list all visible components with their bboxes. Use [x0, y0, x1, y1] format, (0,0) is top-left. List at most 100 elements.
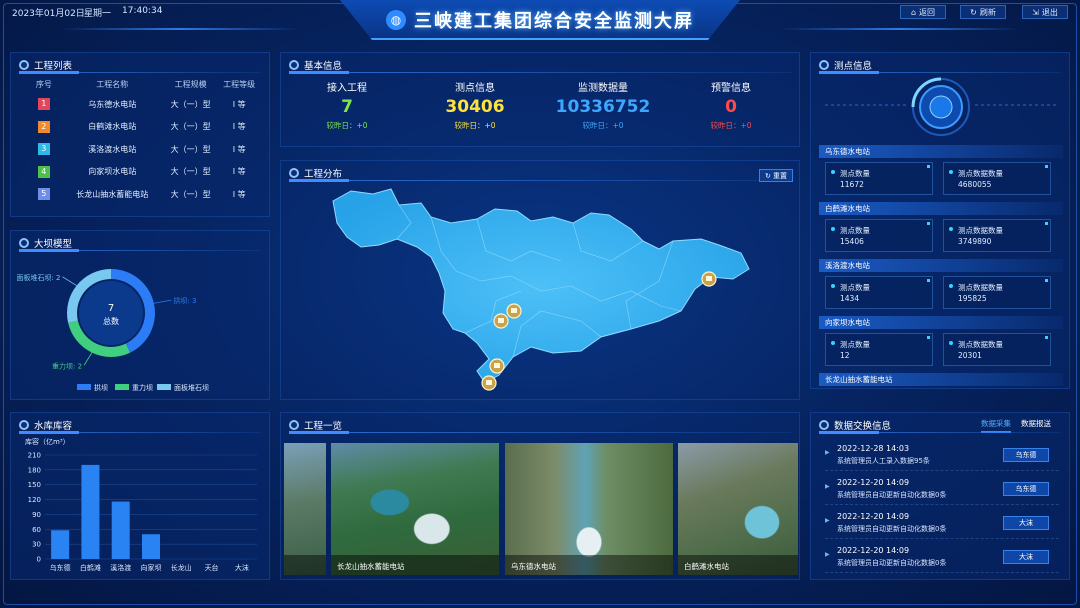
cell-scale: 大（一）型: [170, 99, 211, 109]
site-pin-icon[interactable]: [493, 313, 509, 329]
callout-line: [62, 276, 77, 286]
tab-data-report[interactable]: 数据报送: [1021, 418, 1051, 429]
site-pin-icon[interactable]: [489, 358, 505, 374]
measure-card: 测点数据数量 20301: [943, 333, 1051, 366]
bullet-arrow-icon: ▶: [825, 517, 830, 524]
measure-card: 测点数据数量 4680055: [943, 162, 1051, 195]
refresh-button[interactable]: ↻ 刷新: [960, 5, 1006, 19]
group-logo-icon: ◍: [386, 10, 406, 30]
exchange-site-tag[interactable]: 大沫: [1003, 550, 1049, 564]
cell-name: 向家坝水电站: [88, 167, 137, 177]
exchange-desc: 系统管理员自动更新自动化数据0条: [837, 559, 947, 567]
bar-rect[interactable]: [81, 464, 100, 559]
exchange-site-tag[interactable]: 大沫: [1003, 516, 1049, 530]
bar-rect[interactable]: [142, 534, 160, 559]
refresh-icon: ↻: [970, 7, 977, 17]
row-index-badge: 5: [37, 188, 50, 201]
yangtze-basin-map[interactable]: [281, 161, 801, 401]
site-pin-icon[interactable]: [506, 303, 522, 319]
project-table: 序号 工程名称 工程规模 工程等级 1 乌东德水电站 大（一）型 I 等 2 白鹤滩水电站…: [25, 75, 259, 206]
measure-value: 12: [840, 351, 850, 360]
stat-value: 30406: [445, 97, 505, 117]
bar-rect[interactable]: [111, 501, 130, 559]
pie-callout-label: 拱坝: 3: [173, 296, 196, 305]
pie-total-value: 7: [108, 303, 114, 314]
site-header[interactable]: 向家坝水电站: [819, 316, 1063, 329]
bar-ytick-label: 60: [32, 526, 41, 534]
measure-label: 测点数量: [840, 283, 870, 292]
exchange-row[interactable]: ▶ 2022-12-20 14:09 系统管理员自动更新自动化数据0条 大沫: [825, 543, 1059, 573]
stat-label: 预警信息: [711, 83, 751, 94]
tab-data-collect[interactable]: 数据采集: [981, 418, 1011, 433]
stat-value: 0: [725, 97, 737, 117]
table-row[interactable]: 4 向家坝水电站 大（一）型 I 等: [25, 161, 259, 184]
row-index-badge: 4: [37, 165, 50, 178]
bar-category-label: 向家坝: [141, 563, 162, 572]
exchange-site-tag[interactable]: 乌东德: [1003, 448, 1049, 462]
cell-grade: I 等: [232, 144, 246, 154]
panel-title: 数据交换信息: [819, 418, 891, 432]
stat-compare: 较昨日：+0: [454, 121, 496, 130]
site-pin-icon[interactable]: [481, 375, 497, 391]
exit-button[interactable]: ⇲ 退出: [1022, 5, 1068, 19]
stat-card: 监测数据量 10336752 较昨日：+0: [543, 79, 663, 131]
dam-model-panel: 大坝模型 拱坝: 3 重力坝: 2 面板堆石坝: 2 7 总数 拱坝 重力坝 面板堆石坝: [10, 230, 270, 400]
photo-card-partial[interactable]: [284, 443, 326, 575]
measure-card: 测点数量 15406: [825, 219, 933, 252]
bar-rect[interactable]: [51, 530, 70, 559]
exchange-row[interactable]: ▶ 2022-12-20 14:09 系统管理员自动更新自动化数据0条 乌东德: [825, 475, 1059, 505]
measure-label: 测点数量: [840, 226, 870, 235]
exchange-desc: 系统管理员自动更新自动化数据0条: [837, 491, 947, 499]
site-header[interactable]: 溪洛渡水电站: [819, 259, 1063, 272]
measure-value: 1434: [840, 294, 860, 303]
panel-marker-icon: [19, 60, 29, 70]
top-bar: 2023年01月02日 星期一 17:40:34 ◍ 三峡建工集团综合安全监测大…: [0, 0, 1080, 44]
table-row[interactable]: 3 溪洛渡水电站 大（一）型 I 等: [25, 138, 259, 161]
cell-scale: 大（一）型: [170, 189, 211, 199]
cell-grade: I 等: [232, 122, 246, 132]
exchange-row[interactable]: ▶ 2022-12-20 14:09 系统管理员自动更新自动化数据0条 大沫: [825, 509, 1059, 539]
measure-card: 测点数量 12: [825, 333, 933, 366]
exit-icon: ⇲: [1032, 7, 1039, 17]
legend-swatch: [115, 384, 129, 390]
cell-scale: 大（一）型: [170, 122, 211, 132]
bar-category-label: 白鹤滩: [80, 563, 101, 572]
exchange-time: 2022-12-20 14:09: [837, 512, 910, 521]
table-row[interactable]: 2 白鹤滩水电站 大（一）型 I 等: [25, 116, 259, 139]
photo-card-baihetan[interactable]: 白鹤滩水电站: [678, 443, 798, 575]
header-weekday: 星期一: [84, 9, 112, 19]
page-title: 三峡建工集团综合安全监测大屏: [414, 11, 694, 32]
photo-card-changlongshan[interactable]: 长龙山抽水蓄能电站: [331, 443, 499, 575]
table-row[interactable]: 5 长龙山抽水蓄能电站 大（一）型 I 等: [25, 183, 259, 206]
exchange-row[interactable]: ▶ 2022-12-28 14:03 系统管理员人工录入数据95条 乌东德: [825, 441, 1059, 471]
back-button[interactable]: ⌂ 返回: [900, 5, 946, 19]
exchange-site-tag[interactable]: 乌东德: [1003, 482, 1049, 496]
bar-ytick-label: 120: [28, 496, 41, 504]
data-exchange-panel: 数据交换信息 数据采集 数据报送 ▶ 2022-12-28 14:03 系统管理员人…: [810, 412, 1070, 580]
exchange-time: 2022-12-20 14:09: [837, 478, 910, 487]
bar-category-label: 天台: [205, 563, 219, 572]
site-header[interactable]: 白鹤滩水电站: [819, 202, 1063, 215]
bullet-arrow-icon: ▶: [825, 449, 830, 456]
measure-label: 测点数据数量: [958, 340, 1003, 349]
measure-label: 测点数据数量: [958, 283, 1003, 292]
cell-grade: I 等: [232, 167, 246, 177]
cell-grade: I 等: [232, 99, 246, 109]
site-header[interactable]: 乌东德水电站: [819, 145, 1063, 158]
home-icon: ⌂: [910, 7, 917, 17]
photo-card-wudongde[interactable]: 乌东德水电站: [505, 443, 673, 575]
measure-value: 11672: [840, 180, 864, 189]
site-header[interactable]: 长龙山抽水蓄能电站: [819, 373, 1063, 386]
bar-ytick-label: 150: [28, 481, 41, 489]
header-deco-right: [780, 28, 1020, 30]
exit-label: 退出: [1041, 7, 1058, 17]
stat-label: 测点信息: [455, 83, 495, 94]
table-row[interactable]: 1 乌东德水电站 大（一）型 I 等: [25, 93, 259, 116]
dam-pie-chart: 拱坝: 3 重力坝: 2 面板堆石坝: 2 7 总数拱坝 重力坝 面板堆石坝: [16, 269, 209, 392]
pie-total-label: 总数: [103, 316, 119, 326]
site-pin-icon[interactable]: [701, 271, 717, 287]
stat-compare: 较昨日：+0: [326, 121, 368, 130]
bar-ytick-label: 30: [32, 541, 41, 549]
measure-label: 测点数据数量: [958, 226, 1003, 235]
legend-label: 重力坝: [132, 383, 153, 392]
